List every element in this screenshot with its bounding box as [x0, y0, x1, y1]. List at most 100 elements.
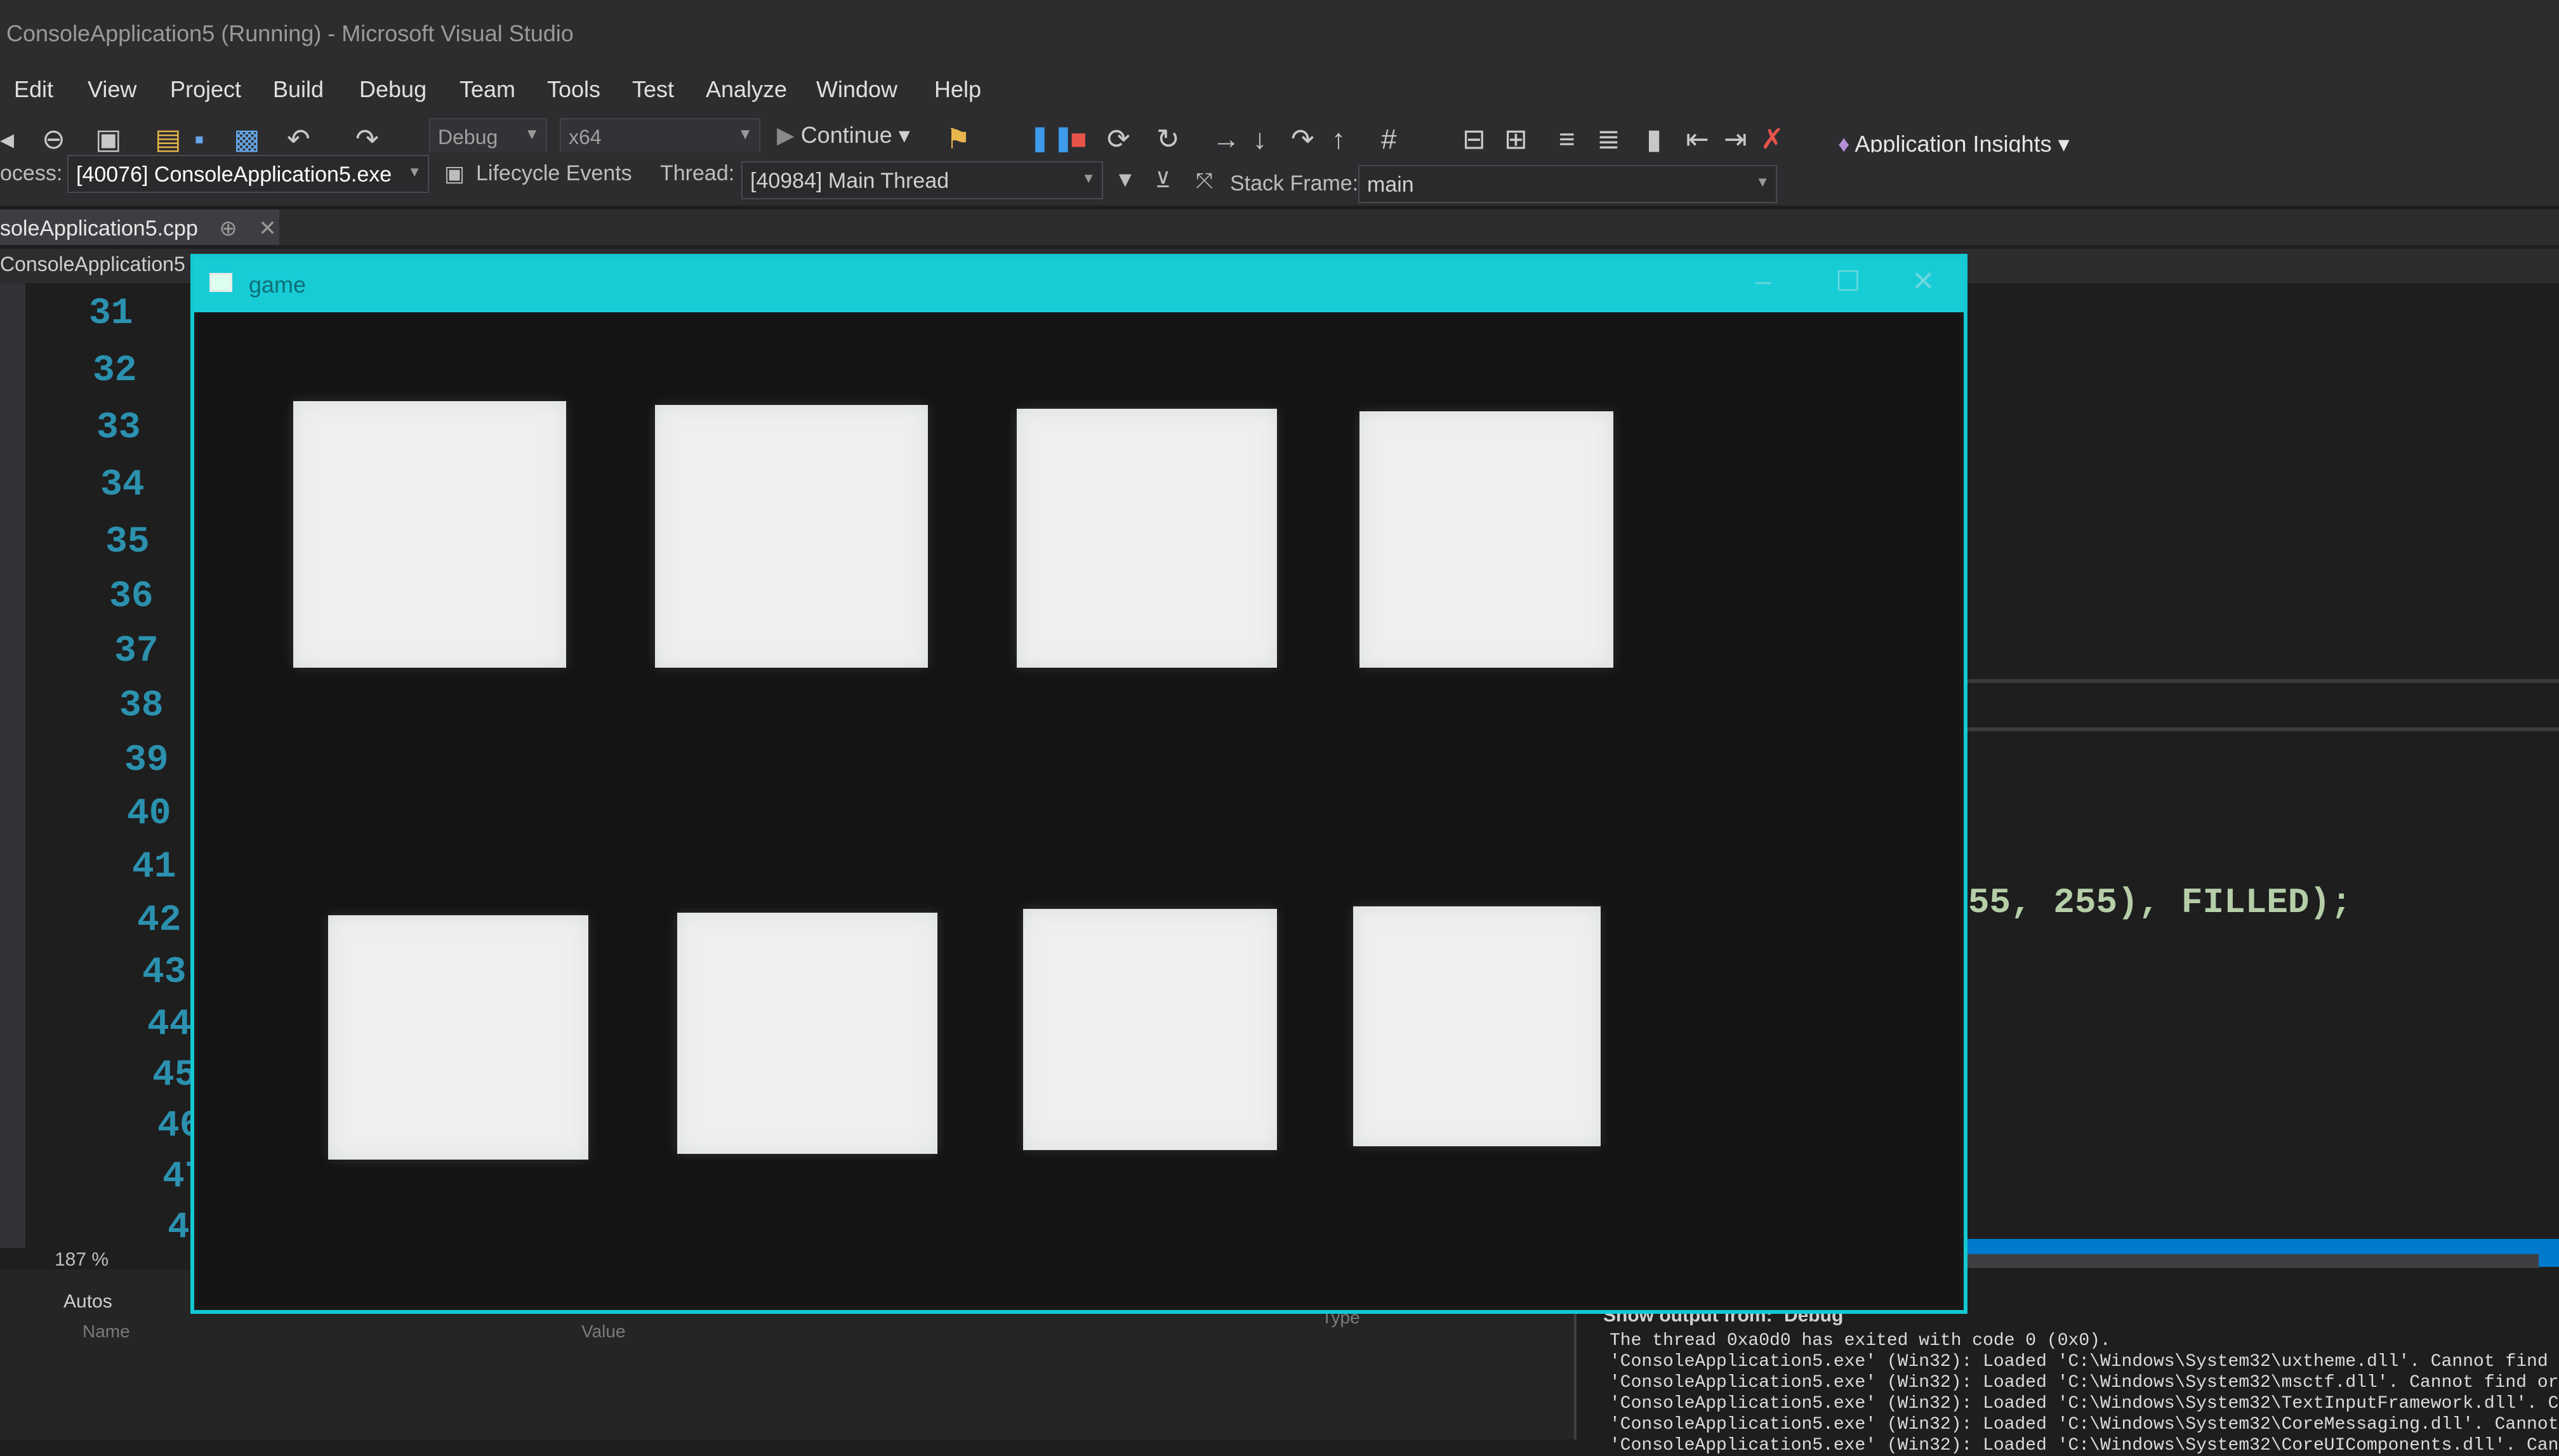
- clear-bookmarks-icon[interactable]: ✗: [1761, 123, 1784, 156]
- menu-team[interactable]: Team: [460, 76, 515, 103]
- menu-edit[interactable]: Edit: [14, 76, 53, 103]
- platform-value: x64: [569, 126, 602, 149]
- process-value: [40076] ConsoleApplication5.exe: [76, 162, 392, 187]
- step-over-icon[interactable]: ↷: [1291, 123, 1314, 156]
- thread-dropdown[interactable]: [40984] Main Thread ▼: [741, 161, 1103, 199]
- close-icon[interactable]: ✕: [258, 216, 277, 241]
- uncomment-icon[interactable]: ≣: [1597, 123, 1620, 156]
- process-dropdown[interactable]: [40076] ConsoleApplication5.exe ▼: [67, 155, 429, 193]
- doc-tab-consoleapplication5-cpp[interactable]: soleApplication5.cpp ⊕ ✕: [0, 209, 279, 245]
- new-project-icon[interactable]: ▣: [95, 123, 122, 156]
- game-window[interactable]: game – ☐ ✕: [190, 254, 1967, 1314]
- output-line: 'ConsoleApplication5.exe' (Win32): Loade…: [1610, 1415, 2559, 1434]
- next-bookmark-icon[interactable]: ⇥: [1724, 123, 1747, 156]
- tile-r1-c4[interactable]: [1359, 411, 1613, 668]
- maximize-icon[interactable]: ☐: [1835, 265, 1860, 298]
- menu-analyze[interactable]: Analyze: [706, 76, 787, 103]
- menu-debug[interactable]: Debug: [359, 76, 426, 103]
- output-line: 'ConsoleApplication5.exe' (Win32): Loade…: [1610, 1436, 2559, 1455]
- thread-label: Thread:: [660, 161, 735, 185]
- column-header-value[interactable]: Value: [581, 1321, 626, 1342]
- zoom-level[interactable]: 187 %: [55, 1249, 109, 1271]
- tile-r2-c3[interactable]: [1023, 909, 1277, 1150]
- column-header-name[interactable]: Name: [83, 1321, 130, 1342]
- forward-icon[interactable]: ⊖: [42, 123, 65, 156]
- threads-icon[interactable]: ⊟: [1462, 123, 1486, 156]
- line-number: 44: [147, 1004, 192, 1045]
- flag-threads-icon[interactable]: ⤧: [1196, 169, 1213, 194]
- hot-reload-icon[interactable]: ↻: [1156, 123, 1180, 156]
- editor-left-margin: [0, 283, 25, 1248]
- output-line: 'ConsoleApplication5.exe' (Win32): Loade…: [1610, 1394, 2559, 1413]
- platform-dropdown[interactable]: x64 ▼: [560, 118, 760, 156]
- undo-icon[interactable]: ↶: [287, 123, 310, 156]
- stop-debugging-icon[interactable]: ■: [1070, 123, 1087, 156]
- line-number: 38: [119, 685, 164, 727]
- tile-r1-c3[interactable]: [1017, 409, 1277, 668]
- line-number: 36: [109, 576, 154, 618]
- stack-frame-dropdown[interactable]: main ▼: [1358, 165, 1777, 203]
- save-all-icon[interactable]: ▩: [234, 123, 260, 156]
- columns-icon[interactable]: ⊞: [1504, 123, 1528, 156]
- tile-r1-c1[interactable]: [293, 401, 566, 668]
- solution-config-value: Debug: [438, 126, 498, 149]
- game-canvas[interactable]: [198, 312, 1960, 1306]
- output-line: The thread 0xa0d0 has exited with code 0…: [1610, 1331, 2111, 1351]
- show-next-statement-icon[interactable]: →: [1212, 123, 1240, 156]
- menu-view[interactable]: View: [88, 76, 136, 103]
- autos-title: Autos: [63, 1291, 112, 1312]
- filter-icon[interactable]: ▼: [1114, 168, 1136, 192]
- bookmark-icon[interactable]: ▮: [1646, 123, 1662, 156]
- line-number: 32: [93, 350, 137, 392]
- solution-config-dropdown[interactable]: Debug ▼: [429, 118, 547, 156]
- menu-window[interactable]: Window: [816, 76, 897, 103]
- close-icon[interactable]: ✕: [1912, 265, 1935, 298]
- project-scope-dropdown[interactable]: ConsoleApplication5: [0, 253, 185, 276]
- hex-display-icon[interactable]: #: [1381, 123, 1396, 156]
- pin-icon[interactable]: ⊕: [219, 216, 237, 241]
- chevron-down-icon: ▼: [737, 126, 753, 143]
- tile-r1-c2[interactable]: [655, 405, 928, 668]
- chevron-down-icon: ▼: [1081, 170, 1095, 186]
- chevron-down-icon: ▼: [524, 126, 539, 143]
- open-file-icon[interactable]: ▤: [155, 123, 182, 156]
- menu-build[interactable]: Build: [273, 76, 324, 103]
- current-line-highlight-top: [1936, 679, 2559, 683]
- tile-r2-c2[interactable]: [677, 913, 937, 1154]
- code-line-fragment: , 255, 255), FILLED);: [1904, 882, 2352, 923]
- game-title-bar[interactable]: game – ☐ ✕: [194, 258, 1964, 312]
- menu-test[interactable]: Test: [632, 76, 674, 103]
- prev-bookmark-icon[interactable]: ⇤: [1686, 123, 1709, 156]
- menu-help[interactable]: Help: [934, 76, 981, 103]
- stack-frame-label: Stack Frame:: [1230, 171, 1359, 195]
- back-icon[interactable]: ◂: [0, 123, 14, 156]
- step-out-icon[interactable]: ↑: [1332, 123, 1346, 156]
- menu-project[interactable]: Project: [170, 76, 241, 103]
- lifecycle-events-button[interactable]: Lifecycle Events: [476, 161, 632, 186]
- chevron-down-icon: ▼: [407, 164, 421, 180]
- line-number: 31: [89, 293, 133, 334]
- toggle-filter-icon[interactable]: ⊻: [1155, 168, 1171, 193]
- menu-tools[interactable]: Tools: [547, 76, 600, 103]
- line-number: 43: [142, 952, 187, 993]
- step-into-icon[interactable]: ↓: [1253, 123, 1267, 156]
- document-tab-bar: soleApplication5.cpp ⊕ ✕: [0, 209, 2559, 245]
- save-icon[interactable]: ▪: [194, 123, 204, 156]
- output-text[interactable]: The thread 0xa0d0 has exited with code 0…: [1610, 1330, 2559, 1456]
- line-number: 34: [100, 465, 145, 506]
- continue-button[interactable]: ▶ Continue ▾: [777, 122, 910, 149]
- redo-icon[interactable]: ↷: [355, 123, 379, 156]
- lifecycle-icon: ▣: [444, 162, 465, 186]
- feedback-icon[interactable]: ⚑: [946, 123, 970, 156]
- play-icon: ▶: [777, 122, 801, 148]
- current-line-highlight-bottom: [1936, 727, 2559, 731]
- tile-r2-c4[interactable]: [1353, 906, 1601, 1146]
- restart-icon[interactable]: ⟳: [1107, 123, 1130, 156]
- minimize-icon[interactable]: –: [1756, 265, 1771, 297]
- line-number: 40: [127, 793, 171, 835]
- stack-frame-value: main: [1367, 173, 1414, 197]
- continue-label: Continue: [800, 122, 892, 148]
- tile-r2-c1[interactable]: [328, 915, 588, 1160]
- break-all-icon[interactable]: ❚❚: [1028, 123, 1075, 156]
- comment-icon[interactable]: ≡: [1559, 123, 1575, 156]
